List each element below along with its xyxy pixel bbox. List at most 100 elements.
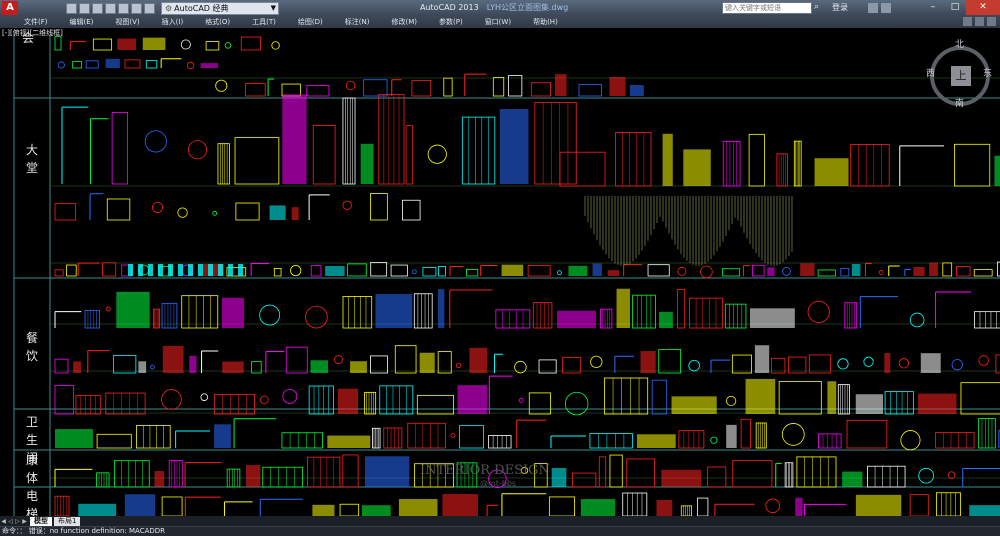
menu-item[interactable]: 帮助(H) bbox=[533, 17, 558, 27]
menu-item[interactable]: 窗口(W) bbox=[485, 17, 511, 27]
furniture-block bbox=[145, 60, 158, 69]
furniture-block bbox=[217, 143, 230, 185]
menu-item[interactable]: 编辑(E) bbox=[70, 17, 94, 27]
furniture-block bbox=[534, 101, 577, 185]
menu-item[interactable]: 标注(N) bbox=[345, 17, 370, 27]
autocad-logo-icon[interactable]: A bbox=[2, 1, 18, 15]
maximize-button[interactable]: □ bbox=[944, 0, 966, 15]
redo-icon[interactable] bbox=[144, 2, 155, 14]
filled-block bbox=[726, 424, 737, 448]
furniture-block bbox=[111, 111, 128, 185]
round-element bbox=[564, 391, 589, 416]
menu-item[interactable]: 文件(F) bbox=[24, 17, 48, 27]
doc-minimize-button[interactable] bbox=[963, 17, 972, 26]
furniture-block bbox=[956, 266, 971, 277]
furniture-block bbox=[784, 462, 794, 488]
furniture-block bbox=[935, 432, 975, 449]
furniture-block bbox=[850, 144, 890, 187]
filled-block bbox=[661, 469, 702, 487]
title-toolbar-icons bbox=[868, 3, 891, 13]
furniture-block bbox=[96, 472, 110, 488]
furniture-block bbox=[205, 41, 220, 51]
doc-restore-button[interactable] bbox=[975, 17, 984, 26]
save-icon[interactable] bbox=[92, 2, 103, 14]
prev-tab-arrow-icon[interactable]: ◁ bbox=[7, 518, 14, 525]
person-figure bbox=[198, 264, 203, 276]
drawing-canvas[interactable]: [-][俯视][二维线框] 会大堂餐饮卫生间康体电梯 INTERIOR DESIG… bbox=[0, 28, 1000, 516]
viewcube-west-label[interactable]: 西 bbox=[926, 66, 935, 79]
search-icon[interactable]: ⌕ bbox=[814, 2, 826, 14]
round-element bbox=[144, 130, 167, 153]
filled-block bbox=[55, 429, 93, 448]
tab-model[interactable]: 模型 bbox=[30, 516, 52, 526]
furniture-block bbox=[370, 193, 388, 221]
filled-block bbox=[442, 494, 478, 516]
save-as-icon[interactable] bbox=[105, 2, 116, 14]
round-element bbox=[186, 61, 195, 70]
last-tab-arrow-icon[interactable]: ▶ bbox=[21, 518, 28, 525]
person-figure bbox=[168, 264, 173, 276]
viewcube[interactable]: 上 北 南 东 西 bbox=[926, 37, 994, 109]
exchange-icon[interactable] bbox=[868, 3, 878, 13]
furniture-block bbox=[722, 268, 741, 277]
filled-block bbox=[360, 143, 374, 184]
furniture-block bbox=[213, 393, 255, 415]
window-controls: – □ ✕ bbox=[922, 0, 1000, 15]
menu-item[interactable]: 格式(O) bbox=[205, 17, 230, 27]
round-element bbox=[590, 355, 603, 368]
round-element bbox=[951, 359, 963, 371]
round-element bbox=[105, 306, 111, 312]
filled-block bbox=[842, 471, 863, 487]
filled-block bbox=[501, 264, 524, 276]
furniture-block bbox=[954, 143, 991, 187]
filled-block bbox=[291, 207, 299, 220]
filled-block bbox=[282, 94, 307, 184]
new-icon[interactable] bbox=[66, 2, 77, 14]
filled-block bbox=[419, 352, 435, 373]
filled-block bbox=[683, 149, 711, 186]
furniture-block bbox=[281, 432, 323, 449]
filled-block bbox=[138, 361, 147, 373]
search-input[interactable]: 键入关键字或短语 bbox=[722, 2, 812, 14]
undo-icon[interactable] bbox=[131, 2, 142, 14]
round-element bbox=[557, 270, 562, 276]
menu-item[interactable]: 视图(V) bbox=[115, 17, 139, 27]
menu-item[interactable]: 绘图(D) bbox=[298, 17, 323, 27]
command-line[interactable]: 命令：： 错误：no function definition: MACADDR bbox=[0, 526, 1000, 536]
person-figure bbox=[128, 264, 133, 276]
open-icon[interactable] bbox=[79, 2, 90, 14]
first-tab-arrow-icon[interactable]: ◀ bbox=[0, 518, 7, 525]
round-element bbox=[878, 270, 884, 275]
help-icon[interactable] bbox=[881, 3, 891, 13]
filled-block bbox=[361, 505, 391, 516]
menu-item[interactable]: 插入(I) bbox=[162, 17, 184, 27]
menu-item[interactable]: 修改(M) bbox=[391, 17, 417, 27]
furniture-block bbox=[407, 422, 446, 449]
furniture-block bbox=[808, 354, 831, 374]
furniture-block bbox=[818, 433, 842, 449]
filled-block bbox=[499, 109, 529, 184]
round-element bbox=[837, 358, 849, 370]
doc-close-button[interactable] bbox=[987, 17, 996, 26]
furniture-block bbox=[394, 345, 417, 374]
furniture-block bbox=[578, 84, 602, 97]
minimize-button[interactable]: – bbox=[922, 0, 944, 15]
filled-block bbox=[398, 499, 438, 516]
next-tab-arrow-icon[interactable]: ▷ bbox=[14, 518, 21, 525]
viewport-controls[interactable]: [-][俯视][二维线框] bbox=[2, 28, 63, 38]
close-button[interactable]: ✕ bbox=[966, 0, 1000, 15]
furniture-block bbox=[978, 418, 996, 449]
viewcube-top-face[interactable]: 上 bbox=[951, 66, 971, 86]
workspace-dropdown[interactable]: ⚙ AutoCAD 经典 ▼ bbox=[161, 1, 279, 15]
viewcube-north-label[interactable]: 北 bbox=[955, 37, 964, 50]
menu-item[interactable]: 工具(T) bbox=[252, 17, 276, 27]
furniture-block bbox=[308, 385, 334, 415]
tab-layout1[interactable]: 布局1 bbox=[54, 516, 81, 526]
menu-item[interactable]: 参数(P) bbox=[439, 17, 463, 27]
viewcube-south-label[interactable]: 南 bbox=[955, 96, 964, 109]
furniture-block bbox=[378, 93, 405, 185]
print-icon[interactable] bbox=[118, 2, 129, 14]
login-button[interactable]: 登录 bbox=[832, 2, 848, 13]
viewcube-east-label[interactable]: 东 bbox=[983, 66, 992, 79]
furniture-block bbox=[973, 269, 993, 277]
